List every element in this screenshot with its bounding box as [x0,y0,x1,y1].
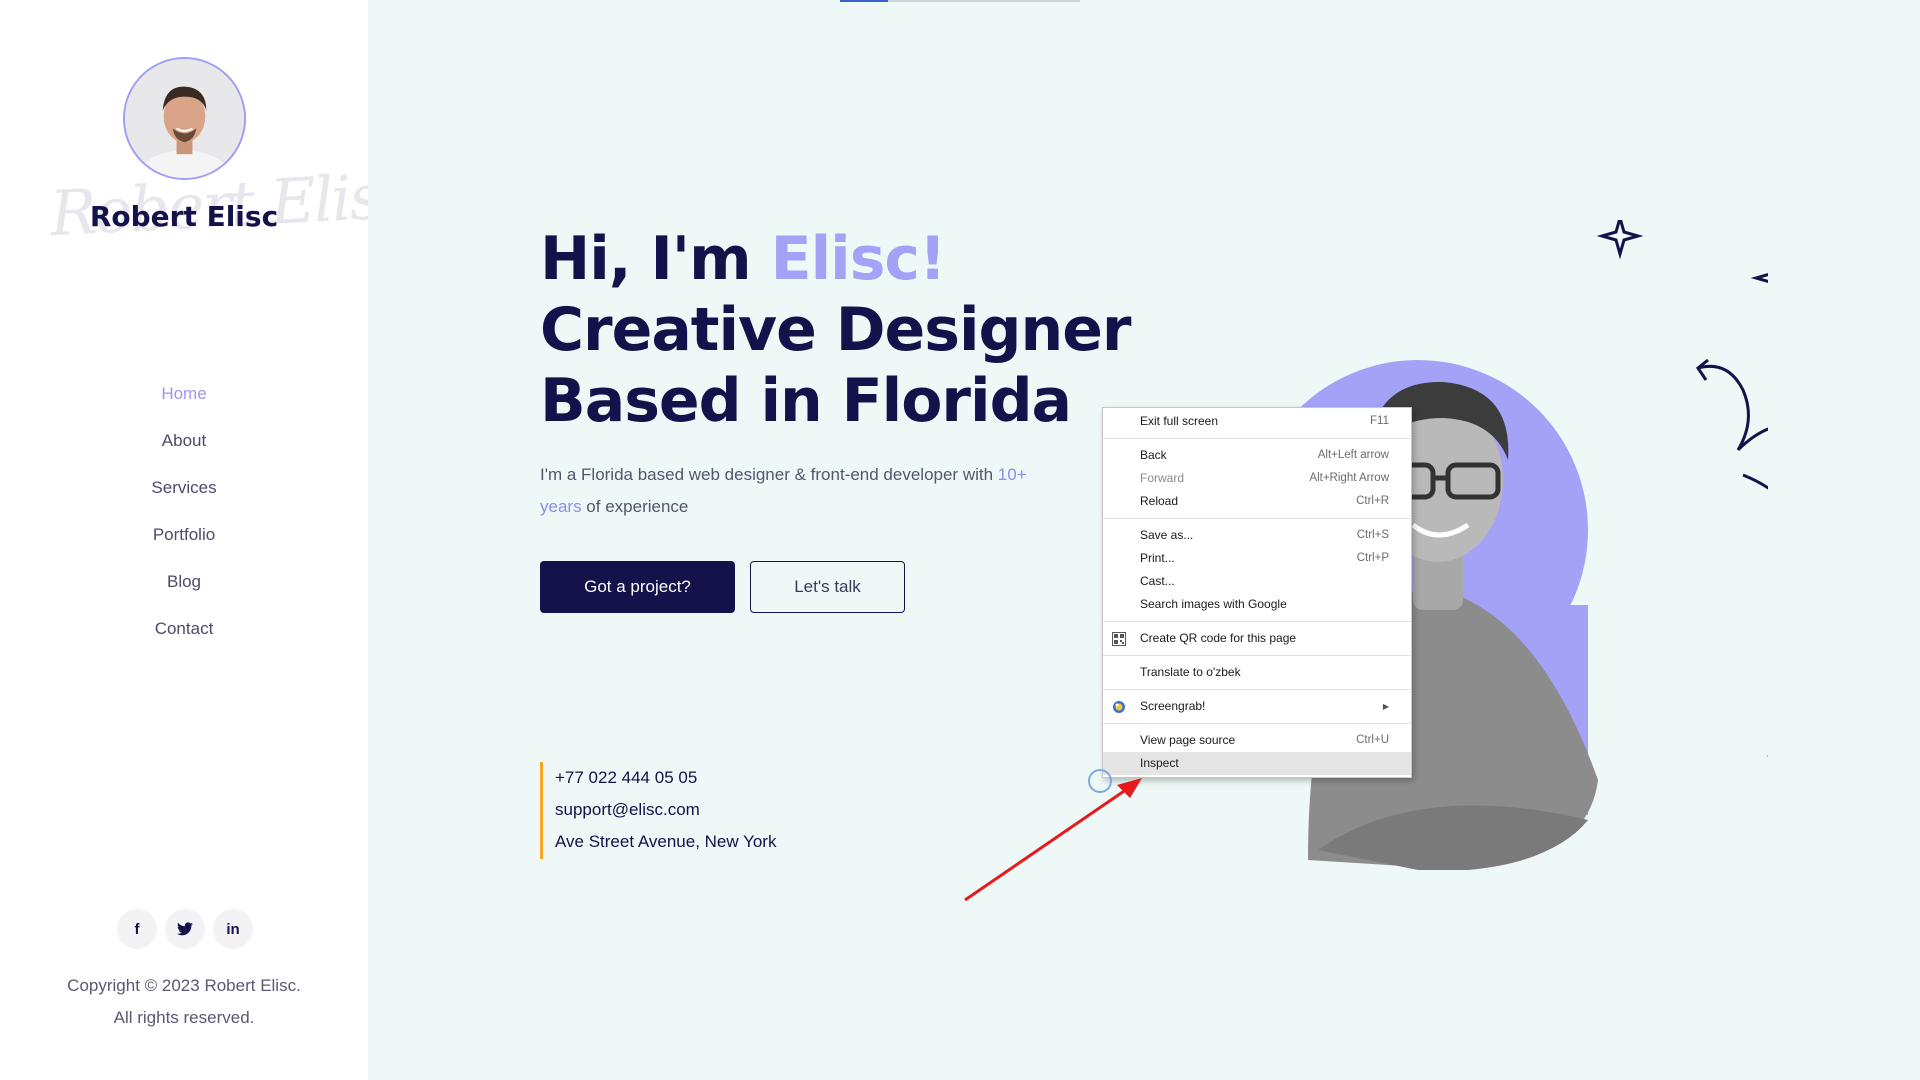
ctx-back-shortcut: Alt+Left arrow [1317,449,1389,461]
ctx-back[interactable]: Back Alt+Left arrow [1103,444,1411,467]
avatar-photo [125,59,244,178]
ctx-forward[interactable]: Forward Alt+Right Arrow [1103,467,1411,490]
ctx-separator [1103,438,1411,439]
copyright: Copyright © 2023 Robert Elisc. All right… [0,970,368,1034]
social-links: f in [117,909,253,949]
ctx-separator [1103,723,1411,724]
nav-item-blog[interactable]: Blog [0,566,368,613]
screengrab-icon [1113,701,1125,713]
ctx-view-source-shortcut: Ctrl+U [1356,734,1389,746]
facebook-icon[interactable]: f [117,909,157,949]
hero-line3: Based in Florida [540,366,1072,436]
ctx-separator [1103,689,1411,690]
avatar[interactable] [123,57,246,180]
ctx-reload-shortcut: Ctrl+R [1356,495,1389,507]
ctx-separator [1103,621,1411,622]
contact-phone[interactable]: +77 022 444 05 05 [555,762,776,794]
copyright-line2: All rights reserved. [113,1008,255,1027]
qr-code-icon [1112,632,1126,646]
context-menu: Exit full screen F11 Back Alt+Left arrow F… [1102,407,1412,778]
ctx-cast-label: Cast... [1140,574,1175,588]
lets-talk-button[interactable]: Let's talk [750,561,905,613]
ctx-save-as-label: Save as... [1140,528,1194,542]
ctx-separator [1103,655,1411,656]
ctx-reload-label: Reload [1140,494,1179,508]
ctx-save-as[interactable]: Save as... Ctrl+S [1103,524,1411,547]
nav-item-services[interactable]: Services [0,472,368,519]
ctx-screengrab-label: Screengrab! [1140,699,1206,713]
ctx-print[interactable]: Print... Ctrl+P [1103,547,1411,570]
ctx-reload[interactable]: Reload Ctrl+R [1103,490,1411,513]
ctx-print-shortcut: Ctrl+P [1356,552,1389,564]
got-a-project-button[interactable]: Got a project? [540,561,735,613]
twitter-icon[interactable] [165,909,205,949]
ctx-print-label: Print... [1140,551,1175,565]
intro-part1: I'm a Florida based web designer & front… [540,465,998,484]
hero-heading: Hi, I'm Elisc! Creative Designer Based i… [540,224,1131,437]
ctx-search-images[interactable]: Search images with Google [1103,593,1411,616]
ctx-translate-label: Translate to o'zbek [1140,665,1241,679]
nav-item-home[interactable]: Home [0,378,368,425]
sidebar-nav: Home About Services Portfolio Blog Conta… [0,378,368,660]
ctx-save-as-shortcut: Ctrl+S [1356,529,1389,541]
hero-intro: I'm a Florida based web designer & front… [540,459,1060,523]
sparkle-icon-1 [1596,220,1644,260]
ctx-exit-full-screen[interactable]: Exit full screen F11 [1103,410,1411,433]
ctx-inspect[interactable]: Inspect [1103,752,1411,775]
ctx-search-images-label: Search images with Google [1140,597,1287,611]
top-indicator [840,0,1080,2]
ctx-screengrab[interactable]: Screengrab! ▶ [1103,695,1411,718]
ctx-exit-full-screen-shortcut: F11 [1370,415,1389,427]
hero-name-accent: Elisc! [770,224,947,294]
contact-email[interactable]: support@elisc.com [555,794,776,826]
contact-address: Ave Street Avenue, New York [555,832,777,851]
ctx-back-label: Back [1140,448,1167,462]
doodle-squiggle-icon [1695,358,1768,490]
top-indicator-active [840,0,888,2]
copyright-line1: Copyright © 2023 Robert Elisc. [67,976,301,995]
intro-part2: of experience [581,497,689,516]
ctx-view-source[interactable]: View page source Ctrl+U [1103,729,1411,752]
nav-item-portfolio[interactable]: Portfolio [0,519,368,566]
nav-item-contact[interactable]: Contact [0,613,368,660]
ctx-exit-full-screen-label: Exit full screen [1140,414,1219,428]
linkedin-icon[interactable]: in [213,909,253,949]
hero-line2: Creative Designer [540,295,1131,365]
contact-info: +77 022 444 05 05 support@elisc.com Ave … [540,762,776,859]
ctx-cast[interactable]: Cast... [1103,570,1411,593]
ctx-forward-shortcut: Alt+Right Arrow [1309,472,1389,484]
nav-item-about[interactable]: About [0,425,368,472]
ctx-inspect-label: Inspect [1140,756,1179,770]
main-content: Hi, I'm Elisc! Creative Designer Based i… [368,0,1920,1080]
ctx-translate[interactable]: Translate to o'zbek [1103,661,1411,684]
ctx-view-source-label: View page source [1140,733,1236,747]
ctx-forward-label: Forward [1140,471,1185,485]
hero-greeting: Hi, I'm [540,224,771,294]
sidebar: Robert Elisc Robert Elisc Home About Ser… [0,0,414,1080]
sidebar-name: Robert Elisc [89,200,279,233]
ctx-create-qr[interactable]: Create QR code for this page [1103,627,1411,650]
twitter-bird-glyph [177,922,193,936]
ctx-separator [1103,518,1411,519]
submenu-arrow-icon: ▶ [1382,702,1389,711]
sparkle-icon-2 [1750,273,1768,283]
ctx-create-qr-label: Create QR code for this page [1140,631,1297,645]
